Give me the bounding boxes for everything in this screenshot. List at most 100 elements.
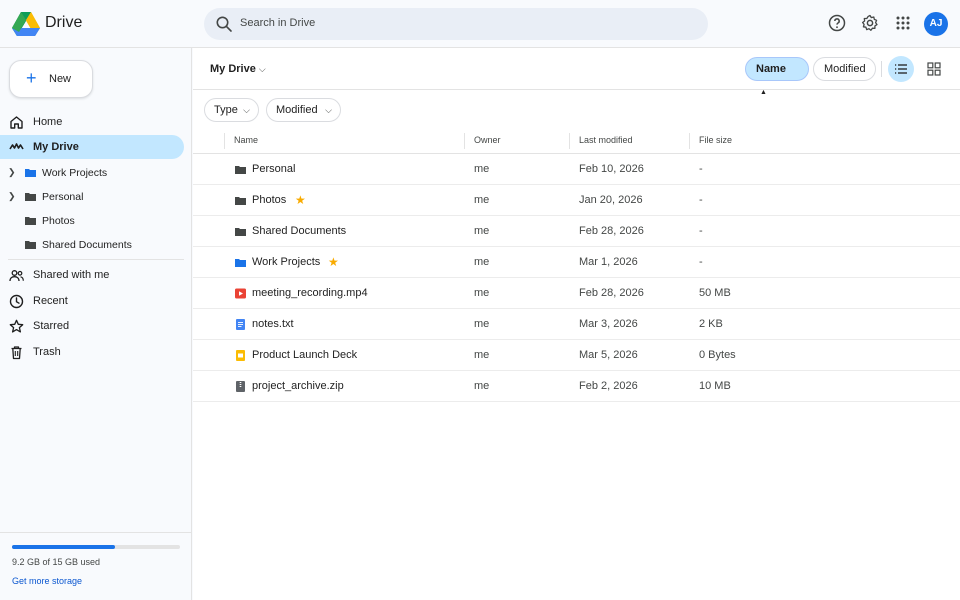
file-name[interactable]: meeting_recording.mp4 — [252, 287, 368, 299]
file-row[interactable]: notes.txt me Mar 3, 2026 2 KB — [193, 309, 960, 340]
file-size: - — [699, 256, 703, 268]
column-separator — [224, 133, 225, 149]
settings-gear-icon[interactable] — [860, 13, 880, 33]
folder-icon — [235, 166, 246, 174]
toolbar-divider — [193, 89, 960, 90]
drive-logo-icon[interactable] — [12, 11, 40, 37]
trash-icon — [11, 346, 22, 360]
search-icon — [216, 16, 232, 32]
folder-icon — [25, 193, 36, 201]
file-modified: Feb 10, 2026 — [579, 163, 644, 175]
column-separator — [464, 133, 465, 149]
file-owner: me — [474, 349, 490, 361]
folder-icon — [235, 197, 246, 205]
file-modified: Feb 28, 2026 — [579, 225, 644, 237]
file-size: 10 MB — [699, 380, 731, 392]
file-owner: me — [474, 194, 490, 206]
search-bar[interactable]: Search in Drive — [204, 8, 708, 40]
sort-ascending-icon: ▲ — [760, 89, 767, 96]
file-row[interactable]: Shared Documents me Feb 28, 2026 - — [193, 216, 960, 247]
column-separator — [689, 133, 690, 149]
sidebar-item-shared-with-me[interactable]: Shared with me — [0, 263, 184, 287]
sidebar-tree-personal[interactable]: ❯ Personal — [0, 186, 184, 206]
file-name[interactable]: notes.txt — [252, 318, 294, 330]
file-row[interactable]: Photos ★ me Jan 20, 2026 - — [193, 185, 960, 216]
folder-icon — [235, 228, 246, 236]
sort-chip-label: Name — [756, 63, 786, 75]
file-size: - — [699, 163, 703, 175]
list-view-button[interactable] — [888, 56, 914, 82]
file-name[interactable]: Shared Documents — [252, 225, 346, 237]
chevron-right-icon[interactable]: ❯ — [8, 167, 16, 178]
file-name[interactable]: Product Launch Deck — [252, 349, 357, 361]
file-row[interactable]: Product Launch Deck me Mar 5, 2026 0 Byt… — [193, 340, 960, 371]
file-modified: Feb 2, 2026 — [579, 380, 638, 392]
storage-progress-bar — [12, 545, 180, 549]
column-header-name[interactable]: Name — [234, 135, 258, 145]
sidebar-item-my-drive[interactable]: My Drive — [0, 135, 184, 159]
folder-icon — [25, 217, 36, 225]
storage-divider — [0, 532, 192, 533]
file-name[interactable]: project_archive.zip — [252, 380, 344, 392]
file-owner: me — [474, 380, 490, 392]
file-row[interactable]: Work Projects ★ me Mar 1, 2026 - — [193, 247, 960, 278]
storage-usage-text: 9.2 GB of 15 GB used — [12, 557, 101, 567]
sidebar: + New Home My Drive ❯ Work Projects ❯ Pe… — [0, 48, 192, 600]
sort-by-name-chip[interactable]: Name ▲ — [745, 57, 809, 96]
file-row[interactable]: Personal me Feb 10, 2026 - — [193, 154, 960, 185]
sort-by-modified-chip[interactable]: Modified — [813, 57, 876, 81]
file-owner: me — [474, 287, 490, 299]
get-more-storage-link[interactable]: Get more storage — [12, 576, 82, 586]
people-icon — [9, 270, 24, 282]
column-header-owner[interactable]: Owner — [474, 135, 501, 145]
file-name[interactable]: Photos — [252, 194, 286, 206]
file-modified: Mar 5, 2026 — [579, 349, 638, 361]
column-header-last-modified[interactable]: Last modified — [579, 135, 633, 145]
modified-filter-chip[interactable]: Modified ⌵ — [266, 98, 341, 122]
sidebar-item-trash[interactable]: Trash — [0, 340, 184, 364]
video-file-icon — [235, 288, 246, 299]
filter-label: Type — [214, 104, 238, 116]
apps-grid-icon[interactable] — [893, 13, 913, 33]
sidebar-item-recent[interactable]: Recent — [0, 289, 184, 313]
tree-item-label: Personal — [42, 191, 84, 203]
sidebar-item-label: Trash — [33, 346, 61, 358]
breadcrumb-current[interactable]: My Drive — [210, 63, 256, 75]
new-button[interactable]: + New — [9, 60, 93, 98]
starred-icon[interactable]: ★ — [295, 193, 306, 207]
sidebar-item-starred[interactable]: Starred — [0, 314, 184, 338]
main-content: My Drive ⌵ Name ▲ Modified Type ⌵ Modifie… — [193, 48, 960, 600]
search-placeholder[interactable]: Search in Drive — [240, 17, 315, 29]
view-toggle-divider — [881, 61, 882, 77]
chevron-down-icon: ⌵ — [243, 105, 250, 115]
type-filter-chip[interactable]: Type ⌵ — [204, 98, 259, 122]
sidebar-tree-work-projects[interactable]: ❯ Work Projects — [0, 162, 184, 182]
file-row[interactable]: meeting_recording.mp4 me Feb 28, 2026 50… — [193, 278, 960, 309]
file-owner: me — [474, 256, 490, 268]
sidebar-item-home[interactable]: Home — [0, 110, 184, 134]
chevron-down-icon: ⌵ — [325, 105, 332, 115]
file-name[interactable]: Work Projects — [252, 256, 320, 268]
file-modified: Feb 28, 2026 — [579, 287, 644, 299]
tree-item-label: Photos — [42, 215, 75, 227]
file-name[interactable]: Personal — [252, 163, 295, 175]
help-icon[interactable] — [827, 13, 847, 33]
archive-file-icon — [236, 381, 245, 392]
account-avatar[interactable]: AJ — [924, 12, 948, 36]
chevron-down-icon[interactable]: ⌵ — [259, 64, 266, 74]
home-icon — [10, 116, 23, 129]
chevron-right-icon[interactable]: ❯ — [8, 191, 16, 202]
file-row[interactable]: project_archive.zip me Feb 2, 2026 10 MB — [193, 371, 960, 402]
file-size: 50 MB — [699, 287, 731, 299]
sidebar-tree-shared-documents[interactable]: Shared Documents — [0, 234, 184, 254]
sidebar-tree-photos[interactable]: Photos — [0, 210, 184, 230]
column-header-file-size[interactable]: File size — [699, 135, 732, 145]
breadcrumb[interactable]: My Drive ⌵ — [210, 63, 266, 75]
column-separator — [569, 133, 570, 149]
grid-view-button[interactable] — [921, 56, 947, 82]
sidebar-item-label: Shared with me — [33, 269, 110, 281]
starred-icon[interactable]: ★ — [328, 255, 339, 269]
star-icon — [9, 319, 24, 333]
app-name: Drive — [45, 14, 83, 31]
document-file-icon — [236, 319, 245, 330]
